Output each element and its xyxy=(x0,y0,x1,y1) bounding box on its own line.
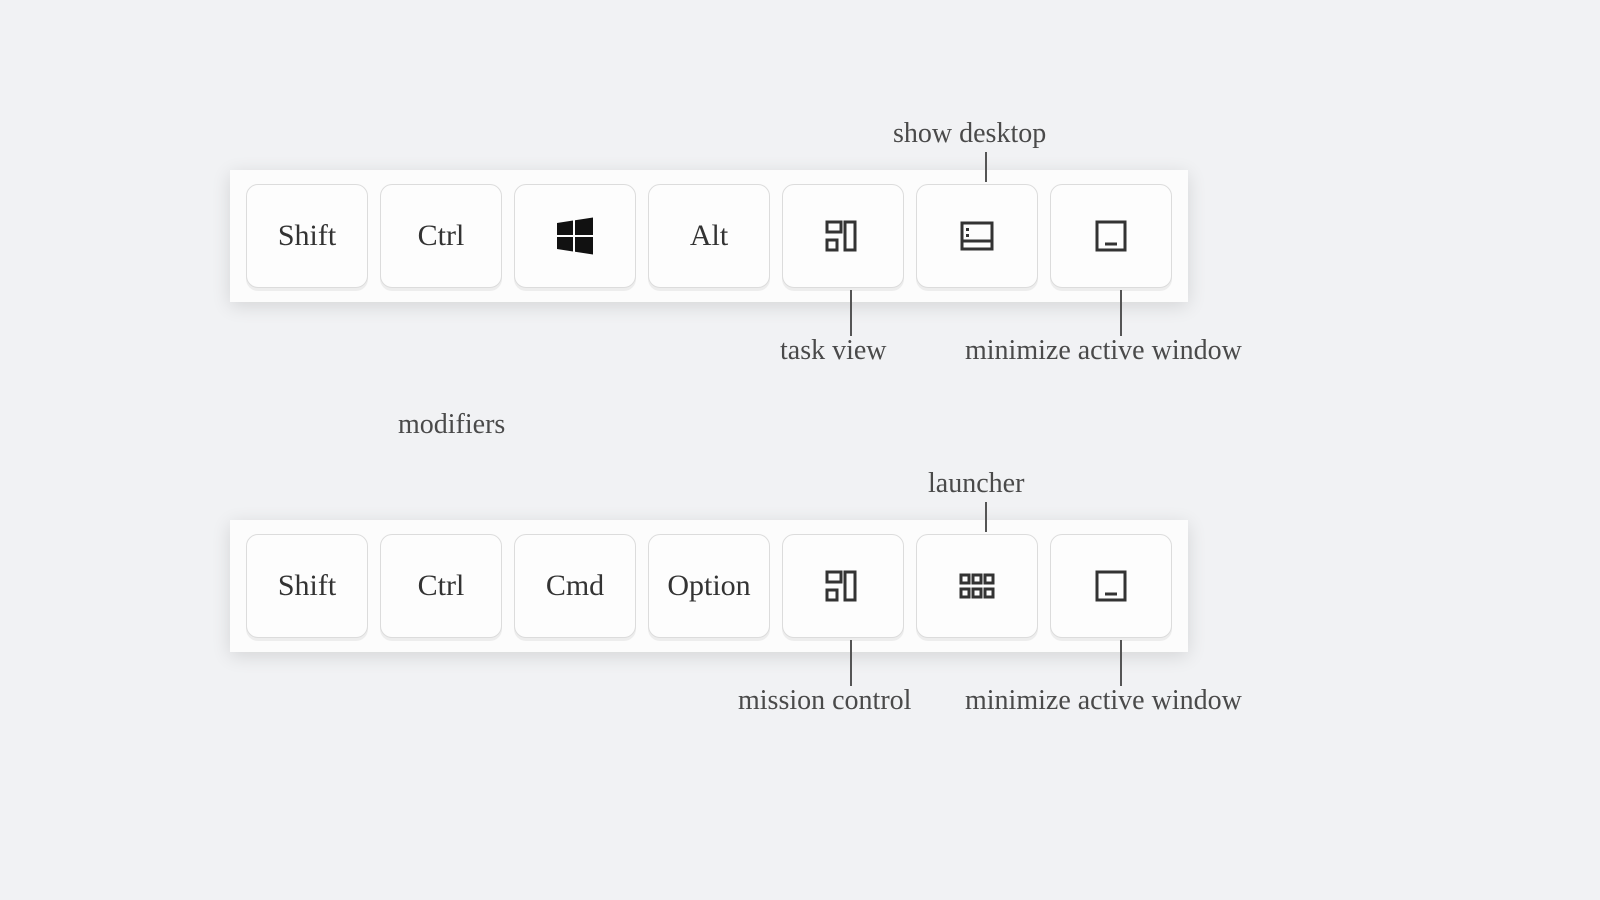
key-label: Alt xyxy=(690,219,728,253)
key-label: Option xyxy=(667,569,750,603)
show-desktop-icon xyxy=(956,215,998,257)
minimize-window-icon xyxy=(1090,215,1132,257)
annotation-show-desktop: show desktop xyxy=(893,118,1046,150)
key-label: Shift xyxy=(278,219,336,253)
key-shift[interactable]: Shift xyxy=(246,534,368,638)
windows-logo-icon xyxy=(555,216,595,256)
launcher-grid-icon xyxy=(956,565,998,607)
minimize-window-icon xyxy=(1090,565,1132,607)
key-mission-control[interactable] xyxy=(782,534,904,638)
callout-line xyxy=(850,290,852,336)
keybar-windows: Shift Ctrl Alt xyxy=(230,170,1188,302)
key-minimize[interactable] xyxy=(1050,534,1172,638)
task-view-icon xyxy=(822,565,864,607)
key-task-view[interactable] xyxy=(782,184,904,288)
task-view-icon xyxy=(822,215,864,257)
callout-line xyxy=(850,640,852,686)
key-show-desktop[interactable] xyxy=(916,184,1038,288)
annotation-minimize: minimize active window xyxy=(965,335,1242,367)
annotation-mission-control: mission control xyxy=(738,685,911,717)
key-label: Shift xyxy=(278,569,336,603)
key-ctrl[interactable]: Ctrl xyxy=(380,534,502,638)
key-ctrl[interactable]: Ctrl xyxy=(380,184,502,288)
key-launcher[interactable] xyxy=(916,534,1038,638)
key-label: Cmd xyxy=(546,569,604,603)
callout-line xyxy=(1120,290,1122,336)
key-label: Ctrl xyxy=(418,219,465,253)
callout-line xyxy=(985,152,987,182)
callout-line xyxy=(1120,640,1122,686)
key-shift[interactable]: Shift xyxy=(246,184,368,288)
key-option[interactable]: Option xyxy=(648,534,770,638)
keybar-mac: Shift Ctrl Cmd Option xyxy=(230,520,1188,652)
annotation-minimize-2: minimize active window xyxy=(965,685,1242,717)
callout-line xyxy=(985,502,987,532)
label-modifiers: modifiers xyxy=(398,409,505,441)
key-alt[interactable]: Alt xyxy=(648,184,770,288)
key-label: Ctrl xyxy=(418,569,465,603)
key-windows[interactable] xyxy=(514,184,636,288)
annotation-launcher: launcher xyxy=(928,468,1024,500)
key-minimize[interactable] xyxy=(1050,184,1172,288)
key-cmd[interactable]: Cmd xyxy=(514,534,636,638)
annotation-task-view: task view xyxy=(780,335,887,367)
